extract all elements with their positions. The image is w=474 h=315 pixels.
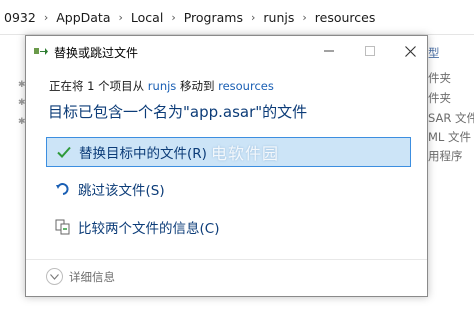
chevron-right-icon: ›	[171, 10, 176, 24]
details-expander[interactable]: 详细信息	[46, 268, 115, 285]
breadcrumb-appdata[interactable]: AppData	[56, 0, 110, 35]
skip-file-option[interactable]: 跳过该文件(S)	[46, 174, 411, 204]
breadcrumb-local[interactable]: Local	[131, 0, 163, 35]
maximize-icon	[365, 46, 375, 56]
compare-files-option[interactable]: 比较两个文件的信息(C)	[46, 212, 411, 242]
move-status-text: 正在将 1 个项目从 runjs 移动到 resources	[49, 78, 274, 94]
breadcrumb-label: resources	[314, 9, 376, 25]
source-folder-link[interactable]: runjs	[148, 79, 177, 93]
chevron-right-icon: ›	[302, 10, 307, 24]
address-bar[interactable]: 0932 › AppData › Local › Programs › runj…	[0, 0, 474, 35]
compare-documents-icon	[54, 218, 72, 236]
status-middle: 移动到	[176, 79, 219, 93]
chevron-down-icon	[46, 268, 63, 285]
breadcrumb-resources[interactable]: resources	[315, 0, 376, 35]
compare-files-label: 比较两个文件的信息(C)	[78, 221, 220, 237]
checkmark-icon	[55, 143, 73, 161]
breadcrumb-label: Programs	[183, 9, 243, 25]
dialog-titlebar[interactable]: 替换或跳过文件	[26, 36, 427, 66]
watermark: 电软件园	[211, 144, 280, 163]
breadcrumb-label: 0932	[4, 9, 36, 25]
breadcrumb-runjs[interactable]: runjs	[263, 0, 294, 35]
breadcrumb-0932[interactable]: 0932	[4, 0, 36, 35]
replace-or-skip-dialog: 替换或跳过文件 正在将 1 个项目从 runjs 移动到 resources 目…	[25, 35, 428, 297]
status-prefix: 正在将 1 个项目从	[49, 79, 148, 93]
close-button[interactable]	[399, 40, 421, 62]
skip-arrow-icon	[54, 180, 72, 198]
footer-divider	[26, 259, 427, 260]
file-type-cell: 用程序	[428, 149, 463, 163]
file-type-column: 型 件夹 件夹 SAR 文件 ML 文件 用程序	[428, 35, 474, 235]
conflict-headline: 目标已包含一个名为"app.asar"的文件	[48, 103, 308, 121]
breadcrumb-label: Local	[130, 9, 164, 25]
nav-pane-edge: ✱ ✱ ✱	[0, 35, 26, 315]
chevron-right-icon: ›	[118, 10, 123, 24]
move-files-icon	[34, 48, 48, 55]
chevron-right-icon: ›	[250, 10, 256, 24]
destination-folder-link[interactable]: resources	[218, 79, 274, 93]
minimize-icon	[324, 50, 334, 52]
file-type-cell: ML 文件	[428, 130, 471, 144]
minimize-button[interactable]	[318, 40, 340, 62]
file-type-cell: 件夹	[428, 71, 451, 85]
breadcrumb-label: runjs	[263, 9, 295, 25]
close-icon	[404, 45, 416, 57]
file-type-cell: SAR 文件	[428, 111, 474, 125]
replace-file-label: 替换目标中的文件(R)	[79, 146, 207, 162]
skip-file-label: 跳过该文件(S)	[78, 183, 165, 199]
breadcrumb-label: AppData	[56, 9, 111, 25]
breadcrumb-programs[interactable]: Programs	[184, 0, 243, 35]
column-header-type[interactable]: 型	[428, 45, 440, 61]
details-label: 详细信息	[69, 269, 115, 284]
dialog-title: 替换或跳过文件	[54, 46, 139, 60]
maximize-button[interactable]	[359, 40, 381, 62]
file-type-cell: 件夹	[428, 91, 451, 105]
chevron-right-icon: ›	[43, 10, 49, 24]
